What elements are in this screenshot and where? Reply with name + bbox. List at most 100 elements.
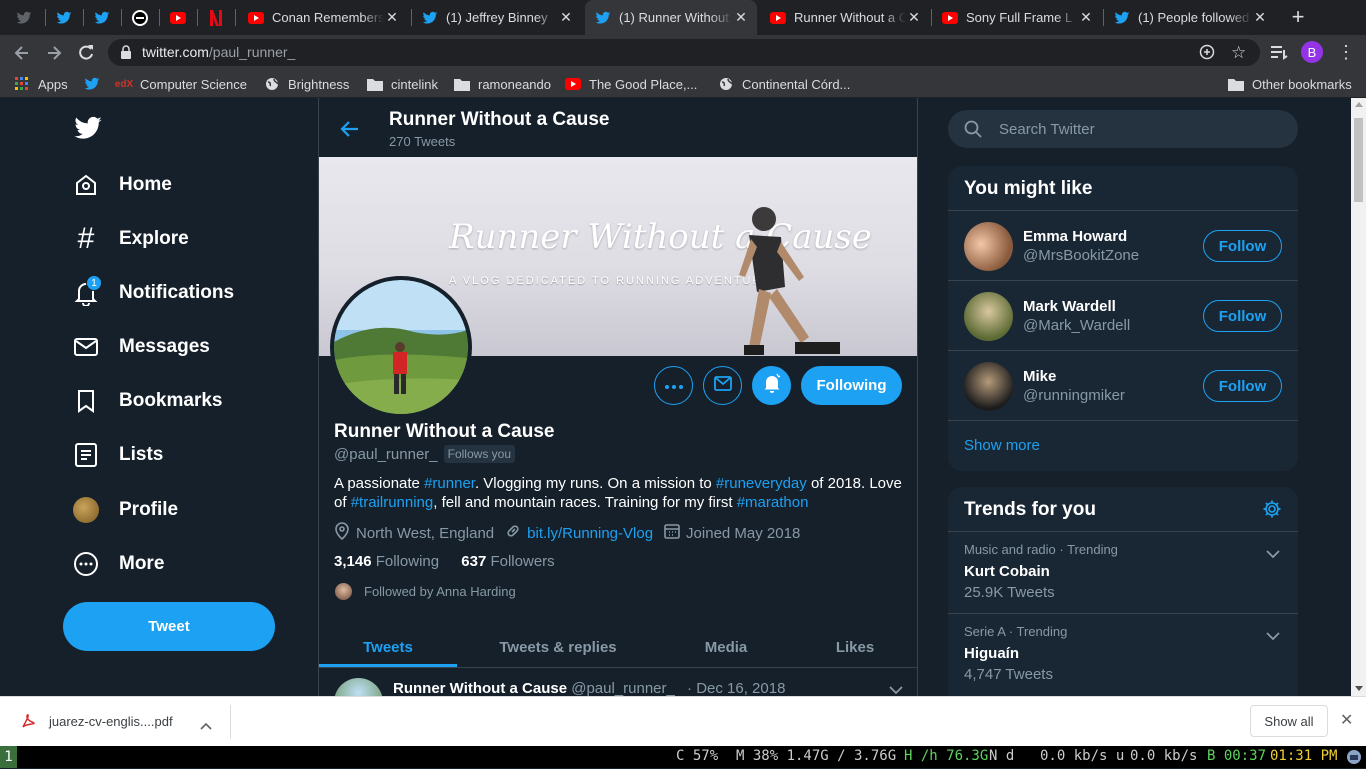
browser-tab[interactable] xyxy=(6,0,44,35)
browser-tab[interactable] xyxy=(160,0,196,35)
search-icon xyxy=(964,120,982,143)
hashtag-link[interactable]: #runeveryday xyxy=(716,475,807,492)
site-icon xyxy=(132,9,148,26)
chevron-down-icon[interactable] xyxy=(889,682,903,696)
close-icon[interactable]: ✕ xyxy=(1340,710,1353,730)
bookmark-twitter[interactable] xyxy=(84,76,108,92)
suggested-user[interactable]: Emma Howard @MrsBookitZone Follow xyxy=(948,210,1298,280)
nav-notifications[interactable]: 1 Notifications xyxy=(72,273,234,313)
bookmark-ramoneando[interactable]: ramoneando xyxy=(454,76,551,92)
profile-website[interactable]: bit.ly/Running-Vlog xyxy=(527,525,653,542)
close-icon[interactable]: ✕ xyxy=(558,9,574,26)
browser-tab[interactable]: (1) People followed ✕ xyxy=(1104,0,1276,35)
more-options-button[interactable] xyxy=(654,366,693,405)
tab-tweets[interactable]: Tweets xyxy=(319,627,457,667)
browser-tab[interactable] xyxy=(46,0,82,35)
suggested-user[interactable]: Mark Wardell @Mark_Wardell Follow xyxy=(948,280,1298,350)
bookmark-continental[interactable]: Continental Córd... xyxy=(718,76,850,92)
close-icon[interactable]: ✕ xyxy=(384,9,400,26)
follow-button[interactable]: Follow xyxy=(1203,300,1282,332)
forward-arrow-icon[interactable] xyxy=(44,43,64,63)
bookmark-cintelink[interactable]: cintelink xyxy=(367,76,438,92)
chevron-down-icon[interactable] xyxy=(1266,546,1280,564)
nav-more[interactable]: More xyxy=(72,544,164,584)
following-stat[interactable]: 3,146 Following xyxy=(334,553,439,570)
hashtag-link[interactable]: #runner xyxy=(424,475,475,492)
followers-stat[interactable]: 637 Followers xyxy=(461,553,554,570)
bookmark-the-good-place[interactable]: The Good Place,... xyxy=(565,76,697,92)
back-arrow-icon[interactable] xyxy=(12,43,32,63)
close-icon[interactable]: ✕ xyxy=(906,9,922,26)
close-icon[interactable]: ✕ xyxy=(1078,9,1094,26)
browser-tab-active[interactable]: (1) Runner Without ✕ xyxy=(585,0,757,35)
tweet-button[interactable]: Tweet xyxy=(63,602,275,651)
chevron-down-icon[interactable] xyxy=(1266,628,1280,646)
twitter-logo-icon[interactable] xyxy=(73,116,103,142)
scroll-down-arrow-icon[interactable] xyxy=(1355,686,1363,691)
bookmark-apps[interactable]: Apps xyxy=(14,76,68,92)
show-all-downloads-button[interactable]: Show all xyxy=(1250,705,1328,737)
tray-icon[interactable] xyxy=(1346,749,1362,769)
nav-explore[interactable]: # Explore xyxy=(72,219,189,259)
add-circle-icon[interactable] xyxy=(1199,44,1215,65)
followed-by[interactable]: Followed by Anna Harding xyxy=(334,582,516,601)
bookmark-computer-science[interactable]: edX Computer Science xyxy=(115,76,247,92)
download-filename[interactable]: juarez-cv-englis....pdf xyxy=(49,714,173,729)
bookmark-other[interactable]: Other bookmarks xyxy=(1228,76,1352,92)
more-circle-icon xyxy=(72,550,100,578)
hashtag-link[interactable]: #marathon xyxy=(737,494,809,511)
notifications-on-button[interactable] xyxy=(752,366,791,405)
trend-item[interactable]: Music and radio · Trending Kurt Cobain 2… xyxy=(948,531,1298,613)
follow-button[interactable]: Follow xyxy=(1203,230,1282,262)
browser-tab[interactable]: Conan Remembers ✕ xyxy=(238,0,408,35)
nav-messages[interactable]: Messages xyxy=(72,327,210,367)
following-button[interactable]: Following xyxy=(801,366,902,405)
reading-list-icon[interactable] xyxy=(1270,44,1288,65)
tab-tweets-replies[interactable]: Tweets & replies xyxy=(457,627,659,667)
bookmark-brightness[interactable]: Brightness xyxy=(264,76,349,92)
scroll-up-arrow-icon[interactable] xyxy=(1355,102,1363,107)
browser-tab[interactable]: (1) Jeffrey Binney ✕ xyxy=(412,0,582,35)
close-icon[interactable]: ✕ xyxy=(733,9,749,26)
browser-tab[interactable]: Runner Without a C ✕ xyxy=(760,0,930,35)
chevron-up-icon[interactable] xyxy=(200,717,212,735)
suggested-user[interactable]: Mike @runningmiker Follow xyxy=(948,350,1298,420)
star-icon[interactable]: ☆ xyxy=(1231,43,1246,63)
profile-avatar[interactable] xyxy=(330,276,472,418)
trend-item[interactable]: Serie A · Trending Higuaín 4,747 Tweets xyxy=(948,613,1298,695)
reload-icon[interactable] xyxy=(76,43,96,63)
browser-tab[interactable] xyxy=(122,0,158,35)
nav-home[interactable]: Home xyxy=(72,165,172,205)
hashtag-link[interactable]: #trailrunning xyxy=(351,494,434,511)
page-scrollbar[interactable] xyxy=(1351,98,1366,696)
nav-lists[interactable]: Lists xyxy=(72,435,163,475)
follow-button[interactable]: Follow xyxy=(1203,370,1282,402)
tweet-avatar[interactable] xyxy=(334,678,383,696)
new-tab-plus-icon[interactable]: + xyxy=(1286,6,1310,28)
search-box[interactable]: Search Twitter xyxy=(948,110,1298,148)
browser-tab[interactable]: Sony Full Frame L ✕ xyxy=(932,0,1102,35)
tweet-author-name[interactable]: Runner Without a Cause xyxy=(393,680,567,696)
profile-avatar-button[interactable]: B xyxy=(1301,41,1323,63)
back-arrow-icon[interactable] xyxy=(340,120,360,143)
scrollbar-thumb[interactable] xyxy=(1354,118,1363,202)
workspace-indicator[interactable]: 1 xyxy=(0,746,17,768)
nav-profile[interactable]: Profile xyxy=(72,490,178,530)
menu-kebab-icon[interactable]: ⋮ xyxy=(1337,43,1355,61)
gear-icon[interactable] xyxy=(1262,499,1282,524)
close-icon[interactable]: ✕ xyxy=(1252,9,1268,26)
browser-tab[interactable] xyxy=(198,0,234,35)
trends-title: Trends for you xyxy=(964,499,1096,520)
user-name: Emma Howard xyxy=(1023,228,1128,245)
profile-handle: @paul_runner_ xyxy=(334,445,438,463)
show-more-link[interactable]: Show more xyxy=(948,420,1298,471)
tweet-date[interactable]: · Dec 16, 2018 xyxy=(687,680,785,696)
browser-tab[interactable] xyxy=(84,0,120,35)
address-bar[interactable]: twitter.com/paul_runner_ ☆ xyxy=(108,39,1260,66)
tab-media[interactable]: Media xyxy=(659,627,793,667)
message-button[interactable] xyxy=(703,366,742,405)
battery-status: B 00:37 xyxy=(1207,748,1267,764)
tab-likes[interactable]: Likes xyxy=(793,627,917,667)
nav-bookmarks[interactable]: Bookmarks xyxy=(72,381,223,421)
nav-label: Bookmarks xyxy=(119,390,223,411)
